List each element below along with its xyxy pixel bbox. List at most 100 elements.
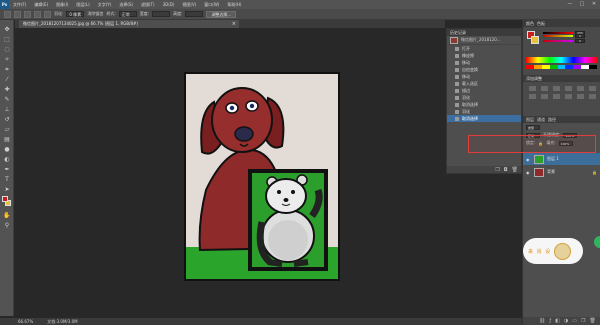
folder-icon[interactable]: ▭ (572, 318, 577, 324)
eraser-icon[interactable]: ▱ (3, 126, 11, 134)
layer-row-layer1[interactable]: ◉ 图层 1 (523, 153, 600, 165)
history-brush-icon[interactable]: ↺ (3, 116, 11, 124)
history-item[interactable]: 自由变换 (447, 66, 521, 73)
menu-file[interactable]: 文件(F) (9, 2, 30, 8)
layer-name[interactable]: 背景 (547, 169, 555, 175)
magic-wand-icon[interactable]: ✧ (3, 56, 11, 64)
levels-icon[interactable] (541, 86, 548, 91)
new-layer-icon[interactable]: ❐ (581, 318, 585, 324)
vibrance-icon[interactable] (577, 86, 584, 91)
menu-filter[interactable]: 滤镜(T) (137, 2, 159, 8)
history-item-active[interactable]: 取消选择 (447, 115, 521, 122)
eye-icon[interactable]: ◉ (526, 157, 531, 162)
tab-close-icon[interactable]: × (232, 20, 236, 28)
height-input[interactable] (185, 11, 204, 17)
layer-row-background[interactable]: ◉ 背景 🔒 (523, 166, 600, 178)
gradient-icon[interactable]: ▤ (3, 136, 11, 144)
foreground-color-swatch[interactable] (2, 196, 8, 202)
document-tab[interactable]: 微信图片_20181207134025.jpg @ 66.7% (图层 1, R… (19, 20, 239, 28)
trash-icon[interactable]: 🗑 (589, 318, 595, 324)
camera-icon[interactable]: ◘ (504, 167, 508, 173)
zoom-level[interactable]: 66.67% (18, 319, 33, 324)
slider-g-value[interactable]: 0 (575, 33, 585, 38)
history-item[interactable]: 取消选择 (447, 101, 521, 108)
tab-color[interactable]: 颜色 (526, 20, 534, 27)
tab-channels[interactable]: 通道 (537, 116, 545, 123)
floating-green-button[interactable] (594, 236, 600, 248)
history-snapshot[interactable]: 微信图片_2018120... (447, 36, 521, 45)
fx-icon[interactable]: ƒ (549, 318, 551, 324)
marquee-icon[interactable]: ⬚ (3, 36, 11, 44)
history-item[interactable]: 载入选区 (447, 80, 521, 87)
slider-g-track[interactable] (543, 34, 573, 37)
link-icon[interactable]: ⛓ (539, 318, 545, 324)
history-item[interactable]: 羽化 (447, 94, 521, 101)
history-item[interactable]: 羽化 (447, 108, 521, 115)
menu-view[interactable]: 视图(V) (178, 2, 200, 8)
history-item[interactable]: 移动 (447, 59, 521, 66)
lasso-icon[interactable]: ◌ (3, 46, 11, 54)
blur-icon[interactable]: ● (3, 146, 11, 154)
channel-mixer-icon[interactable] (565, 94, 572, 99)
tab-swatches[interactable]: 色板 (537, 20, 545, 27)
menu-3d[interactable]: 3D(D) (159, 2, 179, 7)
color-lookup-icon[interactable] (577, 94, 584, 99)
mask-icon[interactable]: ◧ (555, 318, 560, 324)
pen-icon[interactable]: ✒ (3, 166, 11, 174)
width-input[interactable] (152, 11, 171, 17)
eye-icon[interactable]: ◉ (526, 170, 531, 175)
recent-swatches[interactable] (526, 65, 598, 69)
brightness-icon[interactable] (529, 86, 536, 91)
refine-edge-button[interactable]: 调整边缘... (206, 10, 237, 18)
menu-help[interactable]: 帮助(H) (223, 2, 245, 8)
subtract-selection-icon[interactable] (34, 10, 41, 18)
menu-type[interactable]: 文字(Y) (94, 2, 116, 8)
menu-edit[interactable]: 编辑(E) (30, 2, 52, 8)
zoom-icon[interactable]: ⚲ (3, 222, 11, 230)
close-icon[interactable]: ✕ (590, 1, 598, 7)
slider-b-value[interactable]: 0 (575, 38, 585, 43)
crop-icon[interactable]: ⌗ (3, 66, 11, 74)
document-canvas-image[interactable] (184, 72, 340, 281)
maximize-icon[interactable]: □ (578, 1, 586, 7)
history-item[interactable]: 打开 (447, 45, 521, 52)
stamp-icon[interactable]: ⊥ (3, 106, 11, 114)
tab-paths[interactable]: 路径 (548, 116, 556, 123)
layer-kind-select[interactable]: 类型 (526, 124, 540, 130)
layer-name[interactable]: 图层 1 (547, 156, 559, 162)
trash-icon[interactable]: 🗑 (512, 167, 518, 173)
slider-b-track[interactable] (543, 39, 573, 42)
adjustment-layer-icon[interactable]: ◑ (564, 318, 568, 324)
add-selection-icon[interactable] (24, 10, 31, 18)
hand-icon[interactable]: ✋ (3, 212, 11, 220)
brush-icon[interactable]: ✎ (3, 96, 11, 104)
menu-window[interactable]: 窗口(W) (200, 2, 223, 8)
intersect-selection-icon[interactable] (44, 10, 51, 18)
history-item[interactable]: 移动 (447, 73, 521, 80)
healing-brush-icon[interactable]: ✚ (3, 86, 11, 94)
hue-saturation-icon[interactable] (589, 86, 596, 91)
feather-input[interactable]: 0 像素 (66, 11, 85, 17)
photo-filter-icon[interactable] (553, 94, 560, 99)
eyedropper-icon[interactable]: ⁄ (3, 76, 11, 84)
marquee-tool-icon[interactable] (4, 10, 11, 18)
antialias-checkbox[interactable]: 消除锯齿 (87, 11, 103, 17)
menu-layer[interactable]: 图层(L) (72, 2, 93, 8)
history-item[interactable]: 橡皮擦 (447, 52, 521, 59)
history-item[interactable]: 描边 (447, 87, 521, 94)
color-spectrum[interactable] (526, 57, 597, 63)
exposure-icon[interactable] (565, 86, 572, 91)
new-selection-icon[interactable] (14, 10, 21, 18)
path-select-icon[interactable]: ➤ (3, 186, 11, 194)
new-document-from-state-icon[interactable]: ❐ (495, 167, 499, 173)
color-balance-icon[interactable] (529, 94, 536, 99)
invert-icon[interactable] (589, 94, 596, 99)
menu-select[interactable]: 选择(S) (115, 2, 137, 8)
type-icon[interactable]: T (3, 176, 11, 184)
style-select[interactable]: 正常 (118, 11, 137, 17)
black-white-icon[interactable] (541, 94, 548, 99)
minimize-icon[interactable]: — (566, 1, 574, 7)
move-tool-icon[interactable]: ✥ (3, 26, 11, 34)
menu-image[interactable]: 图像(I) (52, 2, 72, 8)
tab-layers[interactable]: 图层 (526, 116, 534, 123)
